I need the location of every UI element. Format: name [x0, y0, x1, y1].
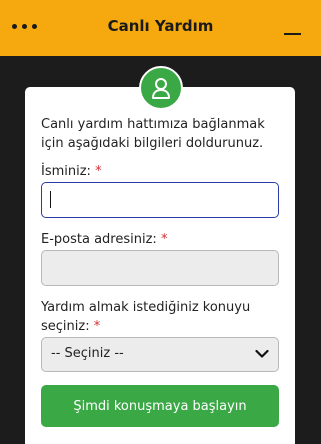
- header-title: Canlı Yardım: [107, 17, 214, 35]
- name-label-text: İsminiz:: [41, 164, 91, 179]
- chevron-down-icon: [255, 349, 269, 358]
- required-mark: *: [93, 319, 101, 334]
- form-intro-text: Canlı yardım hattımıza bağlanmak için aş…: [41, 117, 265, 151]
- topic-label: Yardım almak istediğiniz konuyu seçiniz:…: [41, 298, 281, 336]
- required-mark: *: [160, 232, 168, 247]
- text-cursor: [50, 191, 51, 208]
- chat-header: Canlı Yardım: [0, 0, 321, 56]
- topic-label-text: Yardım almak istediğiniz konuyu seçiniz:: [41, 300, 251, 334]
- topic-select[interactable]: -- Seçiniz --: [41, 337, 279, 372]
- email-label-text: E-posta adresiniz:: [41, 232, 157, 247]
- start-chat-button[interactable]: Şimdi konuşmaya başlayın: [41, 385, 279, 427]
- minimize-icon[interactable]: [283, 22, 305, 38]
- topic-select-value: -- Seçiniz --: [51, 346, 124, 361]
- name-input[interactable]: [41, 182, 279, 218]
- required-mark: *: [95, 164, 102, 179]
- email-label: E-posta adresiniz: *: [41, 230, 167, 249]
- user-avatar-icon: [139, 66, 183, 110]
- email-input[interactable]: [41, 250, 279, 286]
- name-label: İsminiz: *: [41, 162, 102, 181]
